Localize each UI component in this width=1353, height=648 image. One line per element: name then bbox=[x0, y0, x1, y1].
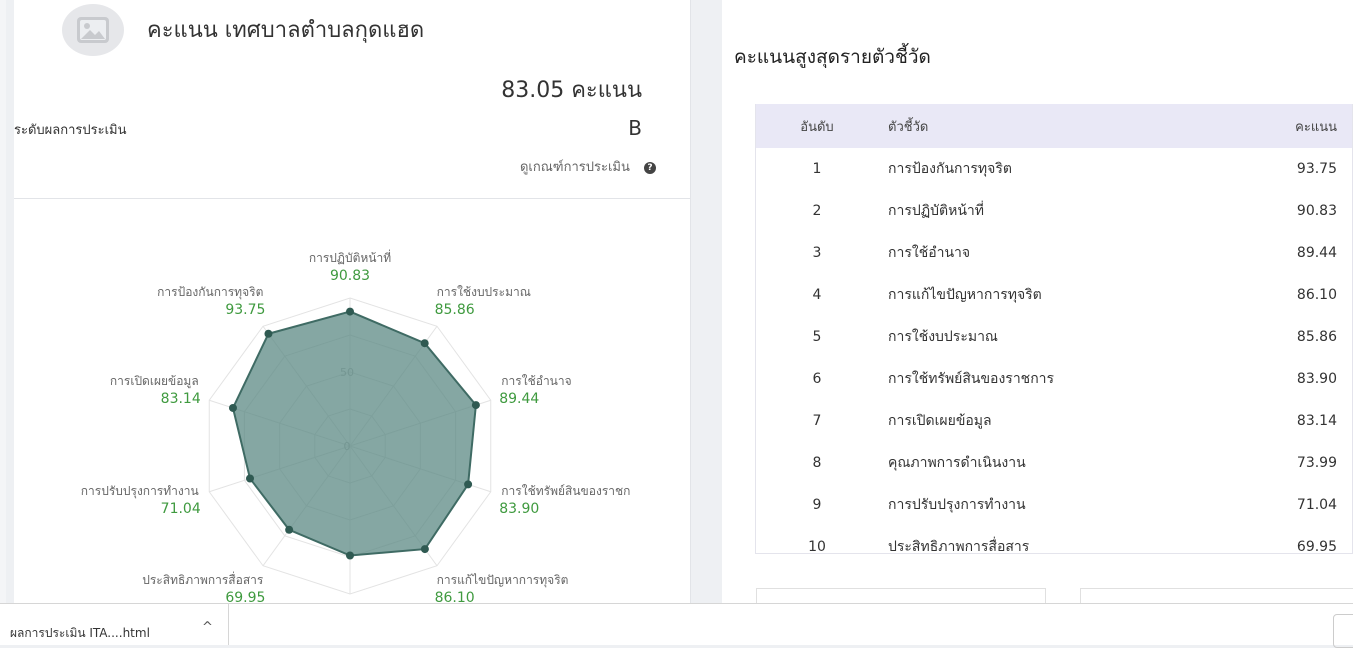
radar-value-label: 90.83 bbox=[330, 268, 370, 284]
indicator-cell: คุณภาพการดำเนินงาน bbox=[888, 455, 1026, 471]
table-row: 1 การป้องกันการทุจริต 93.75 bbox=[756, 148, 1353, 190]
score-cell: 90.83 bbox=[1296, 203, 1337, 219]
radar-value-label: 93.75 bbox=[225, 302, 265, 318]
radar-value-label: 85.86 bbox=[435, 302, 475, 318]
ranking-card: คะแนนสูงสุดรายตัวชี้วัด อันดับ ตัวชี้วัด… bbox=[722, 0, 1353, 603]
radar-chart: 050การปฏิบัติหน้าที่90.83การใช้งบประมาณ8… bbox=[81, 249, 631, 603]
table-row: 7 การเปิดเผยข้อมูล 83.14 bbox=[756, 400, 1353, 442]
page-title: คะแนน เทศบาลตำบลกุดแฮด bbox=[147, 18, 425, 43]
radar-data-point bbox=[246, 474, 255, 483]
radar-axis-label: การปฏิบัติหน้าที่ bbox=[309, 249, 391, 265]
indicator-cell: การเปิดเผยข้อมูล bbox=[888, 413, 992, 429]
radar-value-label: 69.95 bbox=[225, 590, 265, 603]
indicator-cell: การใช้งบประมาณ bbox=[888, 329, 998, 345]
download-bar: ผลการประเมิน ITA....html ^ bbox=[0, 603, 1353, 648]
table-row: 10 ประสิทธิภาพการสื่อสาร 69.95 bbox=[756, 526, 1353, 568]
indicator-cell: การใช้อำนาจ bbox=[888, 245, 971, 261]
table-header-row: อันดับ ตัวชี้วัด คะแนน bbox=[756, 104, 1353, 148]
ranking-table: อันดับ ตัวชี้วัด คะแนน 1 การป้องกันการทุจ… bbox=[756, 104, 1353, 568]
assessment-level-label: ระดับผลการประเมิน bbox=[14, 123, 127, 138]
radar-axis-label: การปรับปรุงการทำงาน bbox=[81, 484, 199, 499]
column-header-rank: อันดับ bbox=[800, 119, 834, 135]
radar-data-point bbox=[420, 545, 429, 554]
radar-axis-label: การใช้งบประมาณ bbox=[437, 285, 531, 299]
radar-data-point bbox=[420, 339, 429, 348]
rank-cell: 7 bbox=[812, 413, 822, 429]
criteria-link-label: ดูเกณฑ์การประเมิน bbox=[519, 160, 630, 175]
score-cell: 85.86 bbox=[1296, 329, 1337, 345]
score-cell: 71.04 bbox=[1296, 497, 1337, 513]
radar-value-label: 83.14 bbox=[161, 391, 201, 407]
table-row: 5 การใช้งบประมาณ 85.86 bbox=[756, 316, 1353, 358]
table-row: 8 คุณภาพการดำเนินงาน 73.99 bbox=[756, 442, 1353, 484]
indicator-cell: การป้องกันการทุจริต bbox=[888, 161, 1012, 177]
radar-data-point bbox=[264, 329, 273, 338]
radar-data-point bbox=[471, 401, 480, 410]
radar-data-point bbox=[285, 525, 294, 534]
rank-cell: 6 bbox=[812, 371, 822, 387]
download-item[interactable]: ผลการประเมิน ITA....html ^ bbox=[10, 604, 229, 645]
radar-value-label: 86.10 bbox=[435, 590, 475, 603]
score-cell: 93.75 bbox=[1296, 161, 1337, 177]
chevron-up-icon[interactable]: ^ bbox=[202, 620, 213, 635]
radar-value-label: 89.44 bbox=[499, 391, 539, 407]
radar-axis-label: ประสิทธิภาพการสื่อสาร bbox=[142, 571, 264, 587]
summary-card: คะแนน เทศบาลตำบลกุดแฮด 83.05 คะแนน ระดับ… bbox=[14, 0, 691, 603]
table-row: 2 การปฏิบัติหน้าที่ 90.83 bbox=[756, 190, 1353, 232]
radar-axis-label: การป้องกันการทุจริต bbox=[157, 285, 263, 300]
rank-cell: 1 bbox=[812, 161, 822, 177]
rank-cell: 5 bbox=[812, 329, 822, 345]
radar-axis-label: การแก้ไขปัญหาการทุจริต bbox=[437, 573, 569, 588]
indicator-cell: การปฏิบัติหน้าที่ bbox=[888, 203, 985, 219]
radar-axis-label: การเปิดเผยข้อมูล bbox=[110, 374, 199, 389]
indicator-cell: ประสิทธิภาพการสื่อสาร bbox=[888, 539, 1030, 555]
score-cell: 83.90 bbox=[1296, 371, 1337, 387]
grade-value: B bbox=[628, 116, 642, 140]
column-header-score: คะแนน bbox=[1295, 119, 1337, 135]
bottom-card-1 bbox=[756, 588, 1046, 603]
column-header-indicator: ตัวชี้วัด bbox=[888, 119, 929, 135]
total-score: 83.05 คะแนน bbox=[501, 78, 642, 103]
score-cell: 86.10 bbox=[1296, 287, 1337, 303]
radar-series-area bbox=[231, 310, 477, 557]
left-gutter bbox=[0, 0, 6, 603]
radar-value-label: 83.90 bbox=[499, 501, 539, 517]
rank-cell: 10 bbox=[808, 539, 826, 555]
radar-value-label: 71.04 bbox=[161, 501, 201, 517]
help-icon[interactable]: ? bbox=[644, 161, 656, 174]
score-cell: 83.14 bbox=[1296, 413, 1337, 429]
radar-data-point bbox=[464, 480, 473, 489]
radar-axis-label: การใช้อำนาจ bbox=[501, 374, 571, 388]
radar-axis-label: การใช้ทรัพย์สินของราชก bbox=[501, 484, 630, 498]
indicator-cell: การปรับปรุงการทำงาน bbox=[888, 497, 1026, 513]
table-row: 9 การปรับปรุงการทำงาน 71.04 bbox=[756, 484, 1353, 526]
agency-avatar bbox=[62, 4, 124, 56]
radar-data-point bbox=[346, 551, 354, 560]
ranking-title: คะแนนสูงสุดรายตัวชี้วัด bbox=[734, 46, 931, 68]
indicator-cell: การแก้ไขปัญหาการทุจริต bbox=[888, 287, 1042, 303]
bottom-card-2 bbox=[1080, 588, 1353, 603]
table-row: 3 การใช้อำนาจ 89.44 bbox=[756, 232, 1353, 274]
table-row: 6 การใช้ทรัพย์สินของราชการ 83.90 bbox=[756, 358, 1353, 400]
download-filename: ผลการประเมิน ITA....html bbox=[10, 626, 150, 640]
radar-data-point bbox=[228, 403, 237, 412]
show-all-button[interactable] bbox=[1333, 614, 1353, 648]
rank-cell: 9 bbox=[812, 497, 822, 513]
rank-cell: 3 bbox=[812, 245, 822, 261]
view-criteria-link[interactable]: ดูเกณฑ์การประเมิน ? bbox=[520, 156, 656, 177]
score-cell: 89.44 bbox=[1296, 245, 1337, 261]
rank-cell: 2 bbox=[812, 203, 822, 219]
rank-cell: 4 bbox=[812, 287, 822, 303]
radar-data-point bbox=[346, 307, 354, 316]
score-cell: 69.95 bbox=[1296, 539, 1337, 555]
image-placeholder-icon bbox=[77, 17, 109, 43]
score-cell: 73.99 bbox=[1296, 455, 1337, 471]
table-row: 4 การแก้ไขปัญหาการทุจริต 86.10 bbox=[756, 274, 1353, 316]
indicator-cell: การใช้ทรัพย์สินของราชการ bbox=[888, 371, 1055, 387]
rank-cell: 8 bbox=[812, 455, 822, 471]
